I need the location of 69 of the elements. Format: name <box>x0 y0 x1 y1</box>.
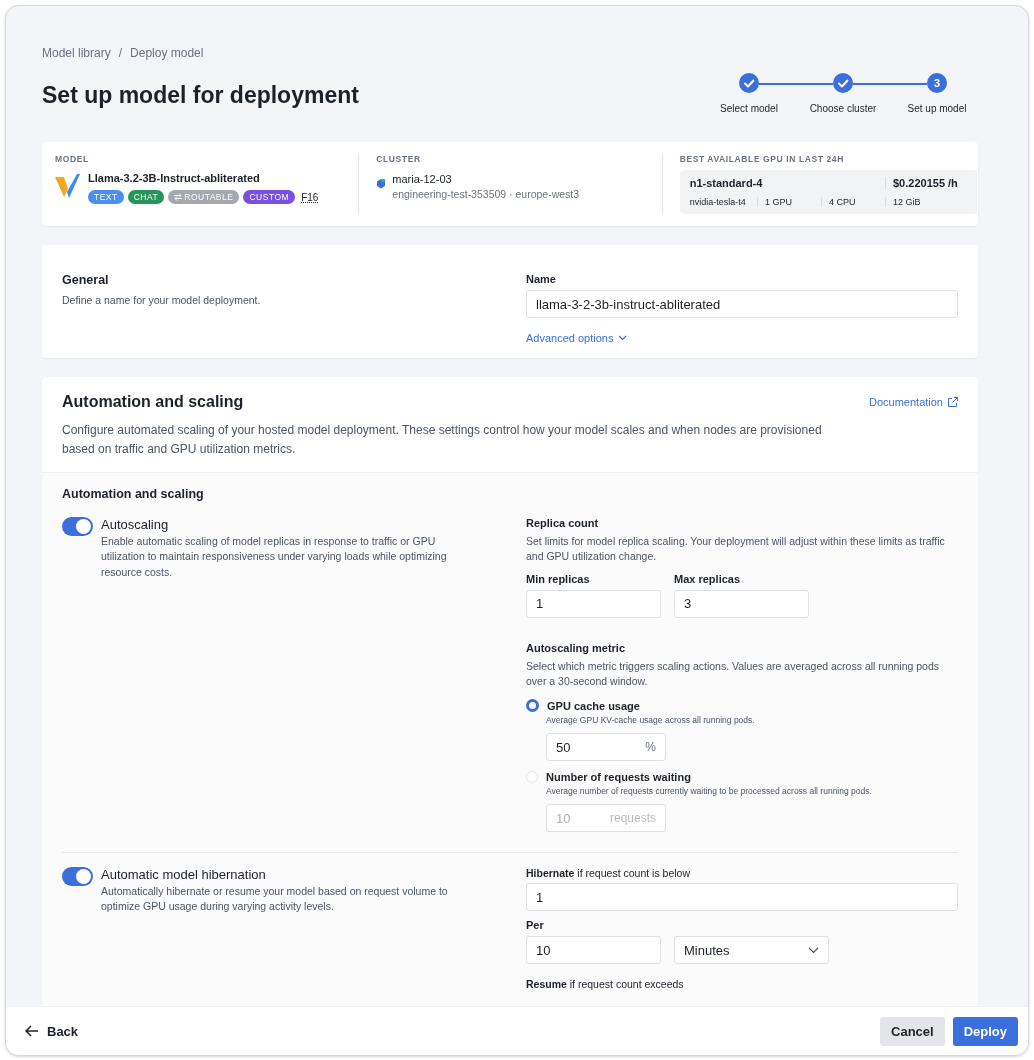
tag: CUSTOM <box>243 190 296 204</box>
field-description: Set limits for model replica scaling. Your deployment will adjust within these limits as traffic and GPU utilization change. <box>526 534 946 565</box>
field-description: Select which metric triggers scaling actions. Values are averaged across all running pods over a 30-second window. <box>526 658 940 689</box>
section-title: Automation and scaling <box>62 393 244 411</box>
toggle-description: Enable automatic scaling of model replicas in response to traffic or GPU utilization to maintain responsiveness under varying loads while optimizing resource costs. <box>101 534 448 580</box>
tag: CHAT <box>127 190 165 204</box>
toggle-description: Automatically hibernate or resume your model based on request volume to optimize GPU usage during varying activity levels. <box>101 884 449 915</box>
name-field[interactable]: llama-3-2-3b-instruct-abliterated <box>526 290 958 318</box>
max-replicas-field[interactable]: 3 <box>674 589 809 618</box>
radio-label: Number of requests waiting <box>546 771 691 784</box>
field-label: Autoscaling metric <box>526 641 627 654</box>
field-label: Name <box>526 273 557 285</box>
field-label: Per <box>526 919 545 932</box>
breadcrumb-separator: / <box>118 46 123 60</box>
model-name: Llama-3.2-3B-Instruct-abliterated <box>88 172 261 184</box>
external-link-icon <box>948 397 958 407</box>
tag: ROUTABLE <box>168 190 240 204</box>
subsection-title: Automation and scaling <box>62 487 205 502</box>
section-title: General <box>62 273 110 287</box>
cluster-icon <box>376 178 387 190</box>
model-logo-icon <box>55 172 80 198</box>
section-caption: MODEL <box>55 154 90 164</box>
page-title: Set up model for deployment <box>42 82 359 109</box>
hibernation-toggle[interactable] <box>62 867 93 887</box>
cluster-detail: engineering-test-353509 · europe-west3 <box>392 188 580 200</box>
field-label: Min replicas <box>526 572 591 585</box>
deploy-button[interactable]: Deploy <box>952 1016 1018 1046</box>
step-label: Select model <box>720 103 778 114</box>
request-count-field[interactable]: 1 <box>526 883 958 912</box>
gpu-spec: 12 GiB <box>885 197 967 207</box>
toggle-label: Automatic model hibernation <box>101 867 267 883</box>
section-caption: BEST AVAILABLE GPU IN LAST 24H <box>679 154 845 164</box>
cluster-name: maria-12-03 <box>392 173 453 185</box>
gpu-spec: 1 GPU <box>757 197 821 207</box>
gpu-price: $0.220155 /h <box>885 177 967 189</box>
unit-dropdown[interactable]: Minutes <box>674 936 829 965</box>
advanced-options-link[interactable]: Advanced options <box>526 332 628 344</box>
period-field[interactable]: 10 <box>526 936 661 965</box>
threshold-field[interactable]: 50 % <box>546 733 666 762</box>
min-replicas-field[interactable]: 1 <box>526 589 661 618</box>
machine-type: n1-standard-4 <box>689 177 764 189</box>
section-description: Configure automated scaling of your hosted model deployment. These settings control how your model scales and when nodes are provisioned based on traffic and GPU utilization metrics. <box>62 422 823 458</box>
chevron-down-icon <box>808 946 819 954</box>
cancel-button[interactable]: Cancel <box>880 1016 945 1046</box>
breadcrumb-link[interactable]: Model library <box>42 46 111 60</box>
autoscaling-toggle[interactable] <box>62 517 93 537</box>
documentation-link[interactable]: Documentation <box>869 393 958 411</box>
option-description: Average number of requests currently waiting to be processed across all running pods. <box>546 786 873 797</box>
precision-label: F16 <box>301 191 319 203</box>
section-caption: CLUSTER <box>376 154 422 164</box>
gpu-spec: nvidia-tesla-t4 <box>689 197 747 207</box>
step-label: Choose cluster <box>809 103 877 114</box>
option-description: Average GPU KV-cache usage across all running pods. <box>546 715 756 726</box>
arrow-left-icon <box>25 1025 39 1037</box>
radio-label: GPU cache usage <box>547 699 640 712</box>
section-description: Define a name for your model deployment. <box>62 293 262 308</box>
step-label: Set up model <box>907 103 967 114</box>
swap-icon <box>174 193 183 201</box>
back-button[interactable]: Back <box>14 1016 90 1046</box>
field-label: Replica count <box>526 517 600 530</box>
chevron-down-icon <box>618 335 628 341</box>
gpu-spec: 4 CPU <box>821 197 885 207</box>
tag: TEXT <box>88 190 124 204</box>
field-label: Max replicas <box>674 572 742 585</box>
toggle-label: Autoscaling <box>101 517 170 533</box>
field-label: Hibernate if request count is below <box>526 867 691 880</box>
step-number: 3 <box>927 73 947 93</box>
field-label: Resume if request count exceeds <box>526 978 685 991</box>
radio-button[interactable] <box>526 699 539 713</box>
